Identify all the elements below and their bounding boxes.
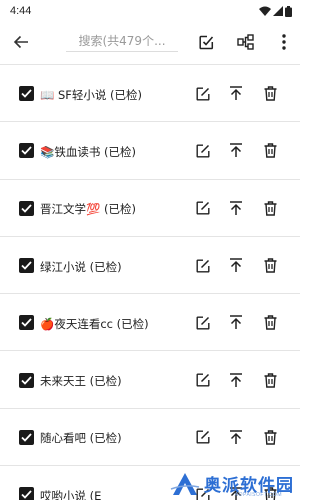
source-checkbox[interactable] — [19, 143, 34, 159]
delete-button[interactable] — [261, 199, 279, 217]
edit-button[interactable] — [194, 199, 212, 217]
edit-button[interactable] — [194, 314, 212, 332]
source-label: 🍎夜天连看cc (已检) — [40, 316, 149, 332]
checkmark-icon — [21, 433, 32, 442]
source-name: 随心看吧 (已检) — [40, 431, 122, 446]
source-name: 哎哟小说 (E — [40, 488, 102, 500]
move-to-top-button[interactable] — [227, 142, 245, 160]
source-name: 未来天王 (已检) — [40, 374, 122, 389]
source-row[interactable]: 🍎夜天连看cc (已检) — [0, 294, 300, 352]
checkmark-icon — [21, 376, 32, 385]
source-name: 绿江小说 (已检) — [40, 259, 122, 274]
source-checkbox[interactable] — [19, 372, 34, 388]
search-input[interactable] — [66, 33, 178, 48]
edit-icon — [196, 144, 210, 158]
source-checkbox[interactable] — [19, 315, 34, 331]
wifi-icon — [259, 6, 271, 16]
status-icons — [259, 5, 292, 17]
move-to-top-button[interactable] — [227, 314, 245, 332]
checkmark-icon — [21, 490, 32, 500]
edit-icon — [196, 316, 210, 330]
arrow-to-top-icon — [230, 86, 242, 101]
checkmark-icon — [21, 146, 32, 156]
toolbar — [0, 22, 300, 60]
group-sort-button[interactable] — [236, 32, 256, 52]
trash-icon — [264, 372, 276, 388]
source-name: SF轻小说 (已检) — [54, 87, 143, 102]
arrow-to-top-icon — [230, 372, 242, 387]
edit-button[interactable] — [194, 371, 212, 389]
arrow-to-top-icon — [230, 315, 242, 330]
delete-button[interactable] — [261, 142, 279, 160]
search-box — [66, 30, 178, 52]
source-row[interactable]: 📚铁血读书 (已检) — [0, 122, 300, 180]
source-checkbox[interactable] — [19, 258, 34, 274]
trash-icon — [264, 201, 276, 216]
checkmark-icon — [21, 204, 32, 213]
edit-button[interactable] — [194, 428, 212, 446]
edit-icon — [196, 201, 210, 215]
source-name: 夜天连看cc (已检) — [54, 316, 149, 331]
trash-icon — [264, 315, 276, 331]
arrow-left-icon — [13, 35, 28, 49]
edit-icon — [196, 87, 210, 101]
source-emoji: 📖 — [40, 87, 55, 102]
back-button[interactable] — [10, 32, 32, 52]
delete-button[interactable] — [261, 371, 279, 389]
delete-button[interactable] — [261, 257, 279, 275]
source-row[interactable]: 未来天王 (已检) — [0, 351, 300, 409]
status-time: 4:44 — [10, 5, 32, 17]
move-to-top-button[interactable] — [227, 371, 245, 389]
checkbox-edit-icon — [198, 35, 213, 49]
arrow-to-top-icon — [230, 200, 242, 215]
move-to-top-button[interactable] — [227, 199, 245, 217]
source-emoji: 🍎 — [40, 316, 55, 331]
source-checkbox[interactable] — [19, 429, 34, 445]
source-checkbox[interactable] — [19, 86, 34, 102]
source-emoji: 📚 — [40, 144, 55, 159]
move-to-top-button[interactable] — [227, 257, 245, 275]
source-row[interactable]: 晋江文学💯 (已检) — [0, 180, 300, 237]
source-checkbox[interactable] — [19, 200, 34, 216]
checkmark-icon — [21, 318, 32, 328]
source-name: 铁血读书 (已检) — [54, 144, 136, 159]
delete-button[interactable] — [261, 428, 279, 446]
trash-icon — [264, 258, 276, 273]
source-row[interactable]: 随心看吧 (已检) — [0, 409, 300, 467]
edit-icon — [196, 430, 210, 444]
edit-button[interactable] — [194, 85, 212, 103]
source-label: 📚铁血读书 (已检) — [40, 144, 136, 160]
battery-icon — [285, 5, 292, 17]
arrow-to-top-icon — [230, 143, 242, 158]
trash-icon — [264, 143, 276, 159]
source-list: 📖 SF轻小说 (已检) 📚铁血读书 (已检) 晋江文学💯 (已检) 绿江小说 (已检… — [0, 65, 300, 500]
checkmark-icon — [21, 89, 32, 98]
edit-icon — [196, 259, 210, 273]
edit-icon — [196, 373, 210, 387]
arrow-to-top-icon — [230, 430, 242, 444]
edit-button[interactable] — [194, 257, 212, 275]
trash-icon — [264, 430, 276, 445]
signal-icon — [273, 6, 283, 16]
watermark-subtext: AOPAISOFT.COM — [234, 492, 282, 498]
status-bar: 4:44 — [0, 0, 300, 22]
more-vertical-icon — [282, 34, 286, 50]
select-all-button[interactable] — [196, 32, 216, 52]
source-row[interactable]: 绿江小说 (已检) — [0, 237, 300, 295]
watermark-a-icon — [170, 472, 200, 495]
more-menu-button[interactable] — [274, 32, 294, 52]
source-name: 晋江文学💯 (已检) — [40, 202, 136, 217]
edit-button[interactable] — [194, 142, 212, 160]
move-to-top-button[interactable] — [227, 85, 245, 103]
checkmark-icon — [21, 261, 32, 270]
trash-icon — [264, 86, 276, 101]
source-checkbox[interactable] — [19, 487, 34, 500]
source-row[interactable]: 📖 SF轻小说 (已检) — [0, 65, 300, 123]
arrow-to-top-icon — [230, 258, 242, 273]
delete-button[interactable] — [261, 314, 279, 332]
delete-button[interactable] — [261, 85, 279, 103]
source-label: 📖 SF轻小说 (已检) — [40, 87, 142, 103]
hierarchy-icon — [237, 34, 254, 50]
move-to-top-button[interactable] — [227, 428, 245, 446]
